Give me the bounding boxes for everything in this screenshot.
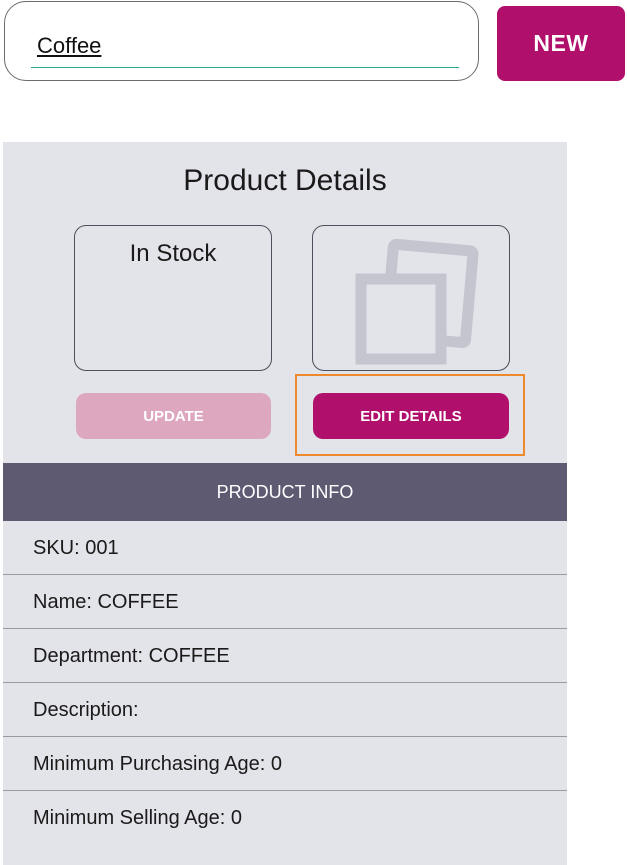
stock-status-card: In Stock	[74, 225, 272, 371]
product-info-list: SKU: 001 Name: COFFEE Department: COFFEE…	[3, 521, 567, 845]
image-gallery-icon	[355, 238, 479, 365]
search-input[interactable]	[31, 24, 459, 68]
info-row-description: Description:	[3, 683, 567, 737]
new-button[interactable]: NEW	[497, 6, 625, 81]
info-row-min-purchasing-age: Minimum Purchasing Age: 0	[3, 737, 567, 791]
product-info-header: PRODUCT INFO	[3, 463, 567, 521]
screen: NEW Product Details In Stock UPDATE EDIT…	[0, 0, 627, 865]
stock-status-label: In Stock	[129, 240, 217, 267]
info-row-min-selling-age: Minimum Selling Age: 0	[33, 807, 242, 829]
product-image-card[interactable]	[312, 225, 510, 371]
info-row-department: Department: COFFEE	[3, 629, 567, 683]
product-details-panel: Product Details In Stock UPDATE EDIT DET…	[3, 142, 567, 865]
edit-details-button[interactable]: EDIT DETAILS	[313, 393, 509, 439]
panel-title: Product Details	[183, 164, 387, 197]
search-box	[4, 1, 479, 81]
update-button[interactable]: UPDATE	[76, 393, 271, 439]
info-row-name: Name: COFFEE	[3, 575, 567, 629]
info-row-sku: SKU: 001	[3, 521, 567, 575]
